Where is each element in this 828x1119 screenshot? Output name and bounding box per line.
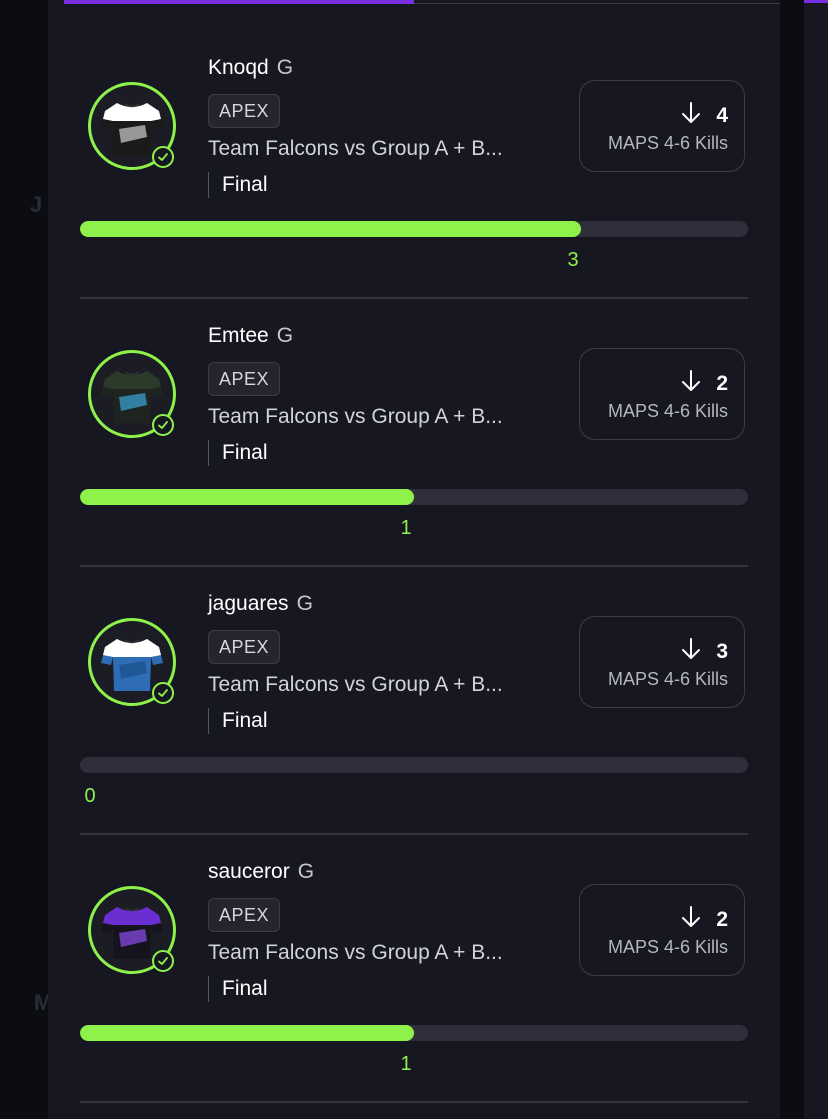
card-divider bbox=[80, 1101, 748, 1103]
pick-card[interactable]: Emtee G APEX Team Falcons vs Group A + B.… bbox=[48, 268, 780, 567]
pick-line-box[interactable]: 2 MAPS 4-6 Kills bbox=[579, 348, 745, 440]
player-position: G bbox=[297, 860, 315, 883]
verified-check-icon bbox=[152, 950, 174, 972]
pick-card[interactable]: jaguares G APEX Team Falcons vs Group A +… bbox=[48, 536, 780, 835]
player-position: G bbox=[296, 592, 313, 615]
arrow-down-icon bbox=[680, 905, 702, 934]
stat-label: MAPS 4-6 Kills bbox=[607, 401, 728, 421]
next-panel-edge bbox=[804, 0, 828, 1119]
player-position: G bbox=[276, 324, 294, 347]
progress-bar bbox=[80, 757, 748, 773]
match-title: Team Falcons vs Group A + B... bbox=[208, 941, 503, 964]
progress-bar bbox=[80, 489, 748, 505]
pick-line-box[interactable]: 2 MAPS 4-6 Kills bbox=[579, 884, 745, 976]
background-letter: J bbox=[30, 192, 43, 217]
player-name[interactable]: jaguares bbox=[208, 592, 289, 615]
player-name[interactable]: Knoqd bbox=[208, 56, 269, 79]
player-avatar bbox=[88, 350, 176, 438]
player-position: G bbox=[276, 56, 294, 79]
player-name[interactable]: Emtee bbox=[208, 324, 269, 347]
progress-bar bbox=[80, 221, 748, 237]
player-name[interactable]: sauceror bbox=[208, 860, 290, 883]
arrow-down-icon bbox=[680, 637, 702, 666]
line-value: 4 bbox=[716, 103, 728, 127]
stat-label: MAPS 4-6 Kills bbox=[607, 669, 728, 689]
game-badge: APEX bbox=[208, 362, 281, 396]
line-value: 3 bbox=[716, 639, 728, 663]
game-badge: APEX bbox=[208, 630, 281, 664]
arrow-down-icon bbox=[680, 369, 702, 398]
progress-fill bbox=[80, 221, 581, 237]
match-title: Team Falcons vs Group A + B... bbox=[208, 137, 503, 160]
pick-line-box[interactable]: 3 MAPS 4-6 Kills bbox=[579, 616, 745, 708]
stat-label: MAPS 4-6 Kills bbox=[607, 937, 728, 957]
player-name-line: Emtee G bbox=[208, 324, 293, 348]
game-badge: APEX bbox=[208, 94, 281, 128]
progress-fill bbox=[80, 489, 414, 505]
match-title: Team Falcons vs Group A + B... bbox=[208, 405, 503, 428]
player-avatar bbox=[88, 82, 176, 170]
arrow-down-icon bbox=[680, 101, 702, 130]
pick-card[interactable]: sauceror G APEX Team Falcons vs Group A +… bbox=[48, 804, 780, 1103]
line-value: 2 bbox=[716, 371, 728, 395]
pick-line-box[interactable]: 4 MAPS 4-6 Kills bbox=[579, 80, 745, 172]
line-value: 2 bbox=[716, 907, 728, 931]
match-status: Final bbox=[208, 976, 268, 1002]
verified-check-icon bbox=[152, 414, 174, 436]
player-name-line: Knoqd G bbox=[208, 56, 293, 80]
match-status: Final bbox=[208, 708, 268, 734]
player-avatar bbox=[88, 618, 176, 706]
pick-card[interactable]: Knoqd G APEX Team Falcons vs Group A + B.… bbox=[48, 0, 780, 299]
verified-check-icon bbox=[152, 146, 174, 168]
progress-fill bbox=[80, 1025, 414, 1041]
match-title: Team Falcons vs Group A + B... bbox=[208, 673, 503, 696]
match-status: Final bbox=[208, 440, 268, 466]
progress-bar bbox=[80, 1025, 748, 1041]
verified-check-icon bbox=[152, 682, 174, 704]
game-badge: APEX bbox=[208, 898, 281, 932]
player-avatar bbox=[88, 886, 176, 974]
player-name-line: sauceror G bbox=[208, 860, 314, 884]
player-name-line: jaguares G bbox=[208, 592, 313, 616]
stat-label: MAPS 4-6 Kills bbox=[607, 133, 728, 153]
progress-value: 1 bbox=[400, 1053, 412, 1075]
match-status: Final bbox=[208, 172, 268, 198]
